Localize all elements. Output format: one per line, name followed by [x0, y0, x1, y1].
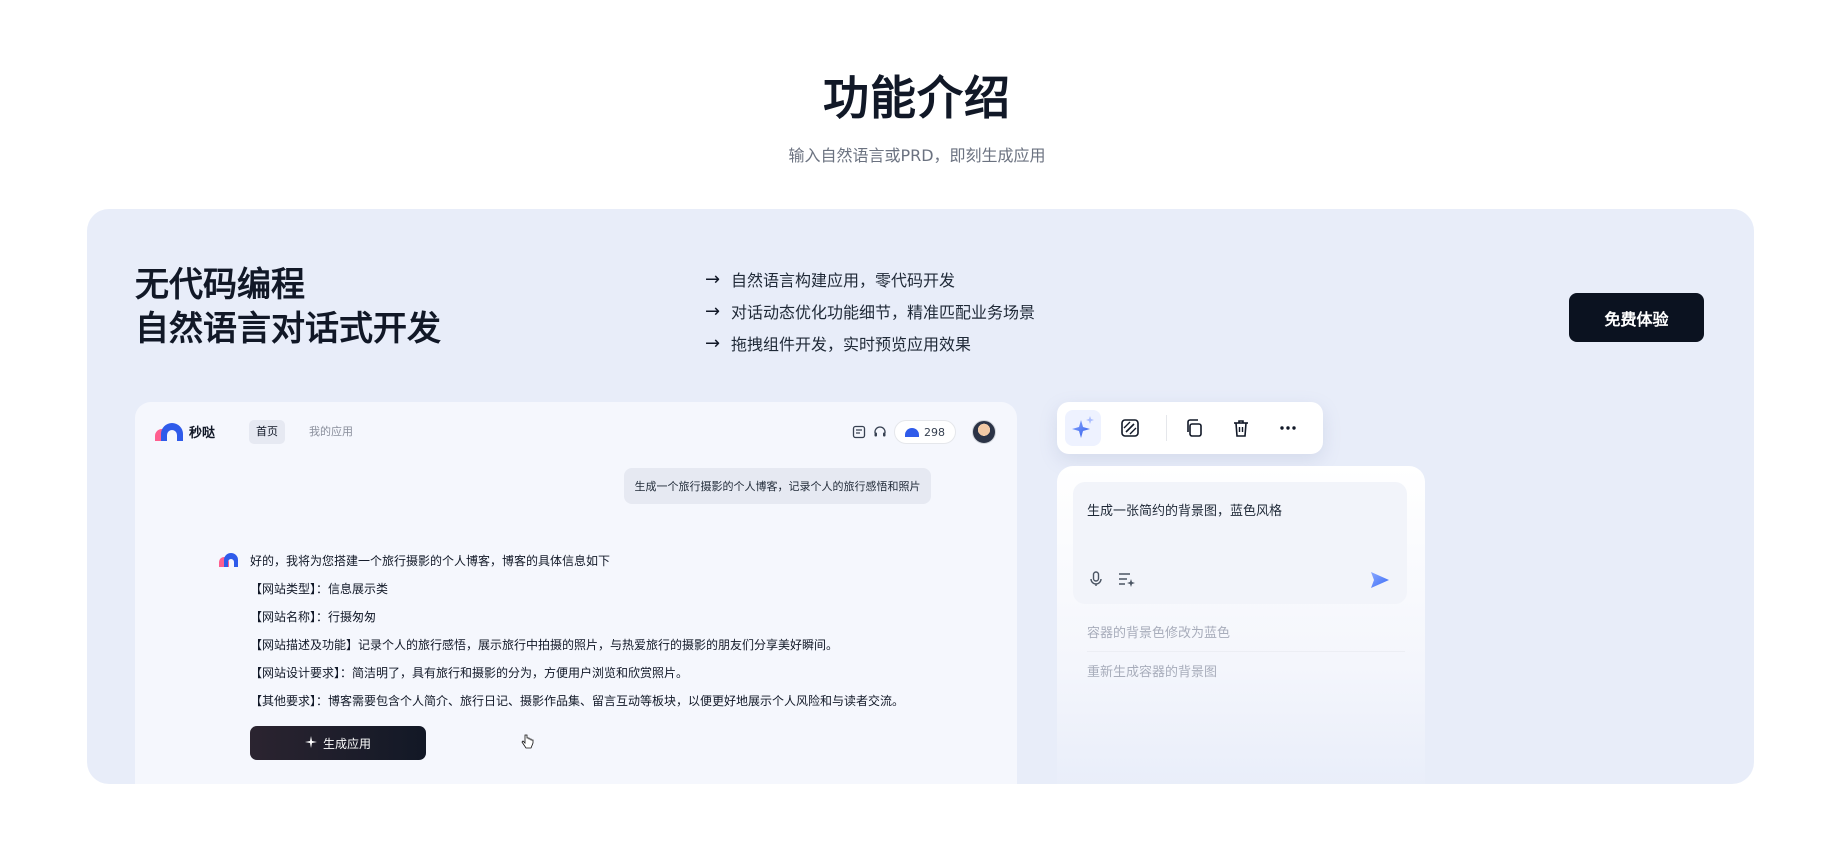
toolbar-divider	[1166, 415, 1167, 441]
section-title: 功能介绍	[823, 71, 1011, 125]
copy-icon	[1187, 419, 1202, 437]
logo-text: 秒哒	[189, 426, 216, 441]
edit-icon	[1121, 419, 1139, 437]
headline-line-2: 自然语言对话式开发	[135, 309, 441, 349]
headline: 无代码编程 自然语言对话式开发	[135, 263, 441, 351]
notes-icon[interactable]	[851, 424, 867, 440]
free-trial-button[interactable]: 免费体验	[1569, 293, 1704, 342]
list-icon[interactable]	[1117, 570, 1135, 588]
generate-app-label: 生成应用	[322, 736, 371, 751]
user-message: 生成一个旅行摄影的个人博客，记录个人的旅行感悟和照片	[624, 468, 931, 504]
suggestion-divider	[1087, 651, 1405, 652]
edit-button[interactable]	[1112, 410, 1148, 446]
feature-text: 对话动态优化功能细节，精准匹配业务场景	[731, 303, 1036, 322]
credits-icon	[905, 427, 919, 437]
feature-text: 自然语言构建应用，零代码开发	[731, 271, 956, 290]
generate-app-button[interactable]: 生成应用	[250, 726, 534, 760]
ai-sparkle-button[interactable]	[1065, 410, 1101, 446]
sparkle-icon	[304, 735, 317, 751]
bot-message-line: 【网站类型】：信息展示类	[250, 582, 389, 596]
sparkle-icon	[1072, 416, 1094, 438]
app-header: 秒哒 首页 我的应用 298	[135, 402, 1017, 462]
prompt-input[interactable]: 生成一张简约的背景图，蓝色风格	[1073, 482, 1407, 604]
bot-message-line: 【其他要求】：博客需要包含个人简介、旅行日记、摄影作品集、留言互动等板块，以便更…	[250, 694, 905, 708]
send-icon[interactable]	[1369, 570, 1391, 588]
more-icon	[1280, 426, 1296, 430]
copy-button[interactable]	[1176, 410, 1212, 446]
more-button[interactable]	[1270, 410, 1306, 446]
feature-list: → 自然语言构建应用，零代码开发 → 对话动态优化功能细节，精准匹配业务场景 →…	[705, 263, 1035, 359]
cursor-hand-icon	[520, 734, 534, 754]
bot-avatar-icon	[219, 552, 239, 567]
app-logo[interactable]: 秒哒	[155, 422, 215, 441]
mic-icon[interactable]	[1087, 570, 1105, 588]
feature-item: → 对话动态优化功能细节，精准匹配业务场景	[705, 295, 1035, 327]
suggestion-item[interactable]: 重新生成容器的背景图	[1087, 661, 1217, 680]
bot-message-line: 好的，我将为您搭建一个旅行摄影的个人博客，博客的具体信息如下	[250, 554, 611, 568]
headline-line-1: 无代码编程	[135, 265, 305, 305]
nav-home[interactable]: 首页	[249, 420, 285, 444]
headset-icon[interactable]	[872, 424, 888, 440]
prompt-text: 生成一张简约的背景图，蓝色风格	[1087, 504, 1283, 519]
logo-icon	[155, 422, 183, 441]
feature-item: → 拖拽组件开发，实时预览应用效果	[705, 327, 1035, 359]
credits-badge[interactable]: 298	[894, 420, 956, 444]
element-toolbar	[1057, 402, 1323, 454]
nav-my-apps[interactable]: 我的应用	[309, 420, 353, 444]
ai-edit-card: 生成一张简约的背景图，蓝色风格 容器的背景色修改为蓝色 重新生成容器的背景图	[1057, 466, 1425, 784]
arrow-right-icon: →	[705, 268, 721, 290]
credits-count: 298	[924, 425, 945, 439]
arrow-right-icon: →	[705, 332, 721, 354]
bot-message-line: 【网站描述及功能】记录个人的旅行感悟，展示旅行中拍摄的照片，与热爱旅行的摄影的朋…	[250, 638, 839, 652]
feature-panel: 无代码编程 自然语言对话式开发 → 自然语言构建应用，零代码开发 → 对话动态优…	[87, 209, 1754, 784]
delete-button[interactable]	[1223, 410, 1259, 446]
trash-icon	[1234, 420, 1248, 437]
feature-text: 拖拽组件开发，实时预览应用效果	[731, 335, 972, 354]
bot-message-line: 【网站名称】：行摄匆匆	[250, 610, 377, 624]
avatar[interactable]	[972, 420, 996, 444]
suggestion-item[interactable]: 容器的背景色修改为蓝色	[1087, 622, 1230, 641]
arrow-right-icon: →	[705, 300, 721, 322]
feature-item: → 自然语言构建应用，零代码开发	[705, 263, 1035, 295]
bot-message-line: 【网站设计要求】：简洁明了，具有旅行和摄影的分为，方便用户浏览和欣赏照片。	[250, 666, 689, 680]
section-subtitle: 输入自然语言或PRD，即刻生成应用	[788, 146, 1046, 165]
app-preview: 秒哒 首页 我的应用 298 生成一个旅行摄影的个人博客，记录个人的旅行感悟和照…	[135, 402, 1017, 784]
